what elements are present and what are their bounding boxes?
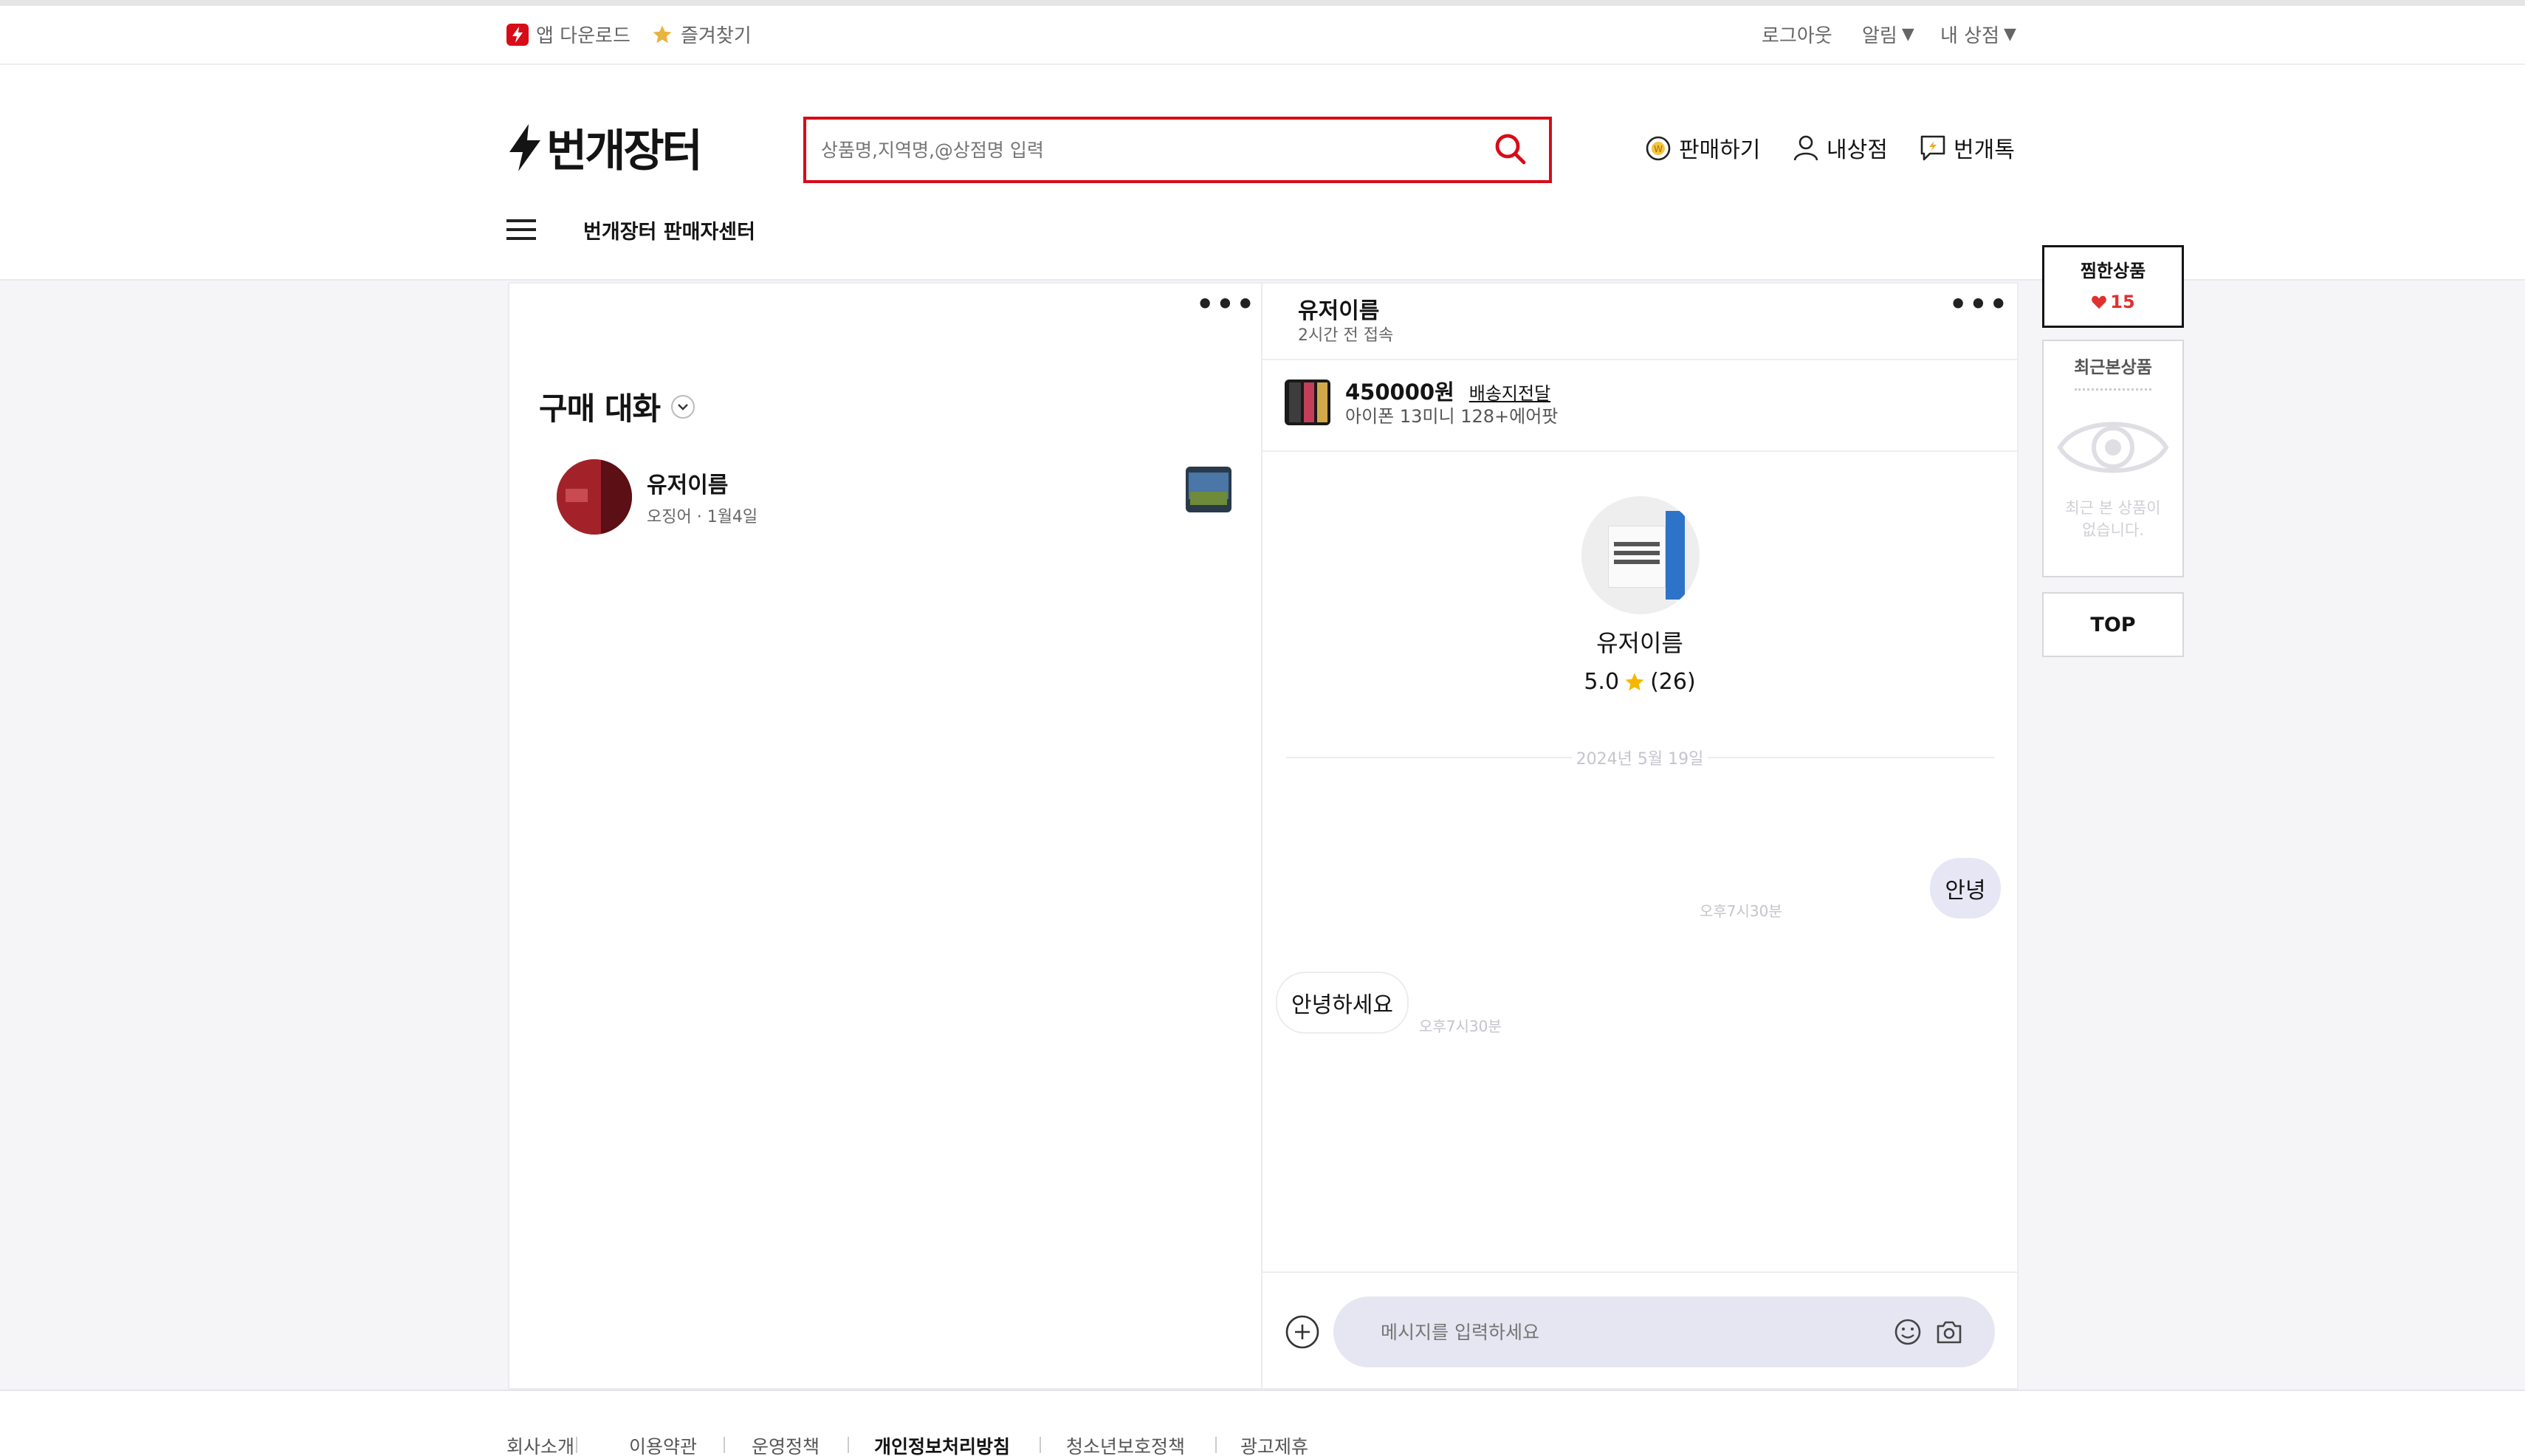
- favorites-link[interactable]: 즐겨찾기: [651, 21, 752, 48]
- logout-label: 로그아웃: [1762, 25, 1832, 47]
- footer-separator: [1215, 1437, 1217, 1453]
- logout-link[interactable]: 로그아웃: [1762, 21, 1832, 48]
- footer-link-youth[interactable]: 청소년보호정책: [1066, 1432, 1185, 1456]
- camera-icon[interactable]: [1934, 1317, 1964, 1347]
- footer-link-policy[interactable]: 운영정책: [752, 1432, 820, 1456]
- chevron-down-icon: [670, 394, 695, 419]
- divider: [1262, 1271, 2017, 1273]
- app-download-link[interactable]: 앱 다운로드: [506, 21, 631, 48]
- rating-value: 5.0: [1584, 669, 1620, 695]
- wishlist-widget[interactable]: 찜한상품 15: [2042, 245, 2184, 328]
- top-bar: 앱 다운로드 즐겨찾기 로그아웃 알림 ▼ 내 상점 ▼: [0, 6, 2525, 65]
- favorites-label: 즐겨찾기: [681, 25, 752, 47]
- message-input[interactable]: [1381, 1314, 1853, 1350]
- menu-icon[interactable]: [506, 217, 536, 242]
- recent-items-widget: 최근본상품 최근 본 상품이 없습니다.: [2042, 340, 2184, 577]
- shipping-link[interactable]: 배송지전달: [1469, 379, 1550, 405]
- wishlist-count: 15: [2110, 292, 2135, 312]
- more-options-icon[interactable]: •••: [1196, 290, 1257, 318]
- chat-list-title: 구매 대화: [539, 391, 661, 427]
- date-divider: 2024년 5월 19일: [1262, 746, 2017, 769]
- sell-button[interactable]: W 판매하기: [1643, 131, 1760, 164]
- attach-plus-icon[interactable]: [1285, 1314, 1320, 1350]
- top-border: [0, 0, 2525, 6]
- recent-title: 최근본상품: [2074, 358, 2152, 377]
- chat-partner-name: 유저이름: [647, 473, 729, 498]
- footer-separator: [724, 1437, 725, 1453]
- message-input-box: [1333, 1297, 1995, 1367]
- seller-center-link[interactable]: 번개장터 판매자센터: [583, 216, 755, 244]
- footer-separator: [848, 1437, 849, 1453]
- my-store-button[interactable]: 내상점: [1791, 131, 1888, 164]
- chevron-down-icon: ▼: [2004, 25, 2016, 44]
- divider: [1262, 359, 2017, 360]
- search-input[interactable]: [821, 130, 1456, 170]
- product-name: 아이폰 13미니 128+에어팟: [1345, 406, 1559, 427]
- star-icon: [651, 24, 673, 46]
- heart-icon: [2091, 295, 2107, 309]
- footer-separator: [1040, 1437, 1041, 1453]
- dotted-divider: [2075, 388, 2151, 391]
- message-time: 오후7시30분: [1700, 902, 1782, 920]
- chat-room-title: 유저이름: [1298, 298, 1380, 324]
- profile-avatar[interactable]: [1581, 496, 1700, 614]
- alerts-label: 알림: [1862, 25, 1897, 47]
- emoji-icon[interactable]: [1893, 1317, 1923, 1347]
- sell-label: 판매하기: [1679, 137, 1761, 163]
- footer-link-terms[interactable]: 이용약관: [629, 1432, 697, 1456]
- my-store-label: 내상점: [1827, 137, 1888, 163]
- date-divider-label: 2024년 5월 19일: [1571, 750, 1708, 769]
- footer-separator: [576, 1437, 577, 1453]
- my-message-bubble: 안녕: [1930, 858, 2001, 918]
- search-icon[interactable]: [1493, 131, 1528, 167]
- chat-room-panel: 유저이름 2시간 전 접속 ••• 450000원 배송지전달 아이폰 13미니…: [1262, 282, 2019, 1390]
- partner-message-bubble: 안녕하세요: [1276, 972, 1409, 1034]
- last-seen-status: 2시간 전 접속: [1298, 326, 1394, 345]
- my-shop-label: 내 상점: [1940, 25, 2000, 47]
- recent-empty-line1: 최근 본 상품이: [2065, 499, 2161, 517]
- star-icon: [1624, 671, 1646, 693]
- my-shop-menu[interactable]: 내 상점 ▼: [1940, 21, 2016, 48]
- review-count: (26): [1650, 669, 1696, 695]
- lightning-logo-icon: [509, 123, 540, 171]
- chat-filter-dropdown[interactable]: 구매 대화: [539, 384, 695, 429]
- svg-text:W: W: [1654, 144, 1663, 154]
- chat-bubble-icon: [1918, 133, 1948, 162]
- logo-text: 번개장터: [546, 126, 703, 177]
- chat-list-panel: ••• 구매 대화 유저이름 오징어 · 1월4일: [508, 282, 1262, 1390]
- footer-link-ads[interactable]: 광고제휴: [1240, 1432, 1308, 1456]
- seller-rating: 5.0 (26): [1262, 669, 2017, 695]
- user-icon: [1791, 133, 1821, 162]
- profile-name: 유저이름: [1596, 629, 1683, 657]
- footer-link-company[interactable]: 회사소개: [506, 1432, 574, 1456]
- recent-empty-line2: 없습니다.: [2082, 521, 2144, 539]
- more-options-icon[interactable]: •••: [1949, 290, 2010, 318]
- talk-button[interactable]: 번개톡: [1918, 131, 2015, 164]
- wishlist-title: 찜한상품: [2080, 261, 2146, 281]
- chevron-down-icon: ▼: [1901, 25, 1914, 44]
- list-item[interactable]: 유저이름 오징어 · 1월4일: [557, 459, 1251, 538]
- footer-link-privacy[interactable]: 개인정보처리방침: [874, 1432, 1010, 1456]
- sell-coin-icon: W: [1643, 133, 1673, 162]
- wishlist-count-row: 15: [2044, 292, 2182, 312]
- app-download-label: 앱 다운로드: [536, 25, 631, 47]
- top-button[interactable]: TOP: [2042, 592, 2184, 657]
- app-download-icon: [506, 23, 529, 46]
- alerts-menu[interactable]: 알림 ▼: [1862, 21, 1914, 48]
- divider: [1262, 450, 2017, 452]
- message-time: 오후7시30분: [1419, 1017, 1502, 1035]
- message-text: 안녕하세요: [1291, 992, 1393, 1018]
- message-text: 안녕: [1945, 878, 1986, 904]
- product-thumbnail: [1186, 467, 1231, 512]
- chat-item-meta: 오징어 · 1월4일: [647, 508, 758, 526]
- product-image: [1285, 380, 1330, 425]
- logo[interactable]: 번개장터: [506, 115, 703, 179]
- eye-icon: [2055, 412, 2171, 483]
- top-button-label: TOP: [2090, 613, 2136, 636]
- avatar: [557, 459, 632, 535]
- search-box: [803, 117, 1552, 183]
- talk-label: 번개톡: [1954, 137, 2015, 163]
